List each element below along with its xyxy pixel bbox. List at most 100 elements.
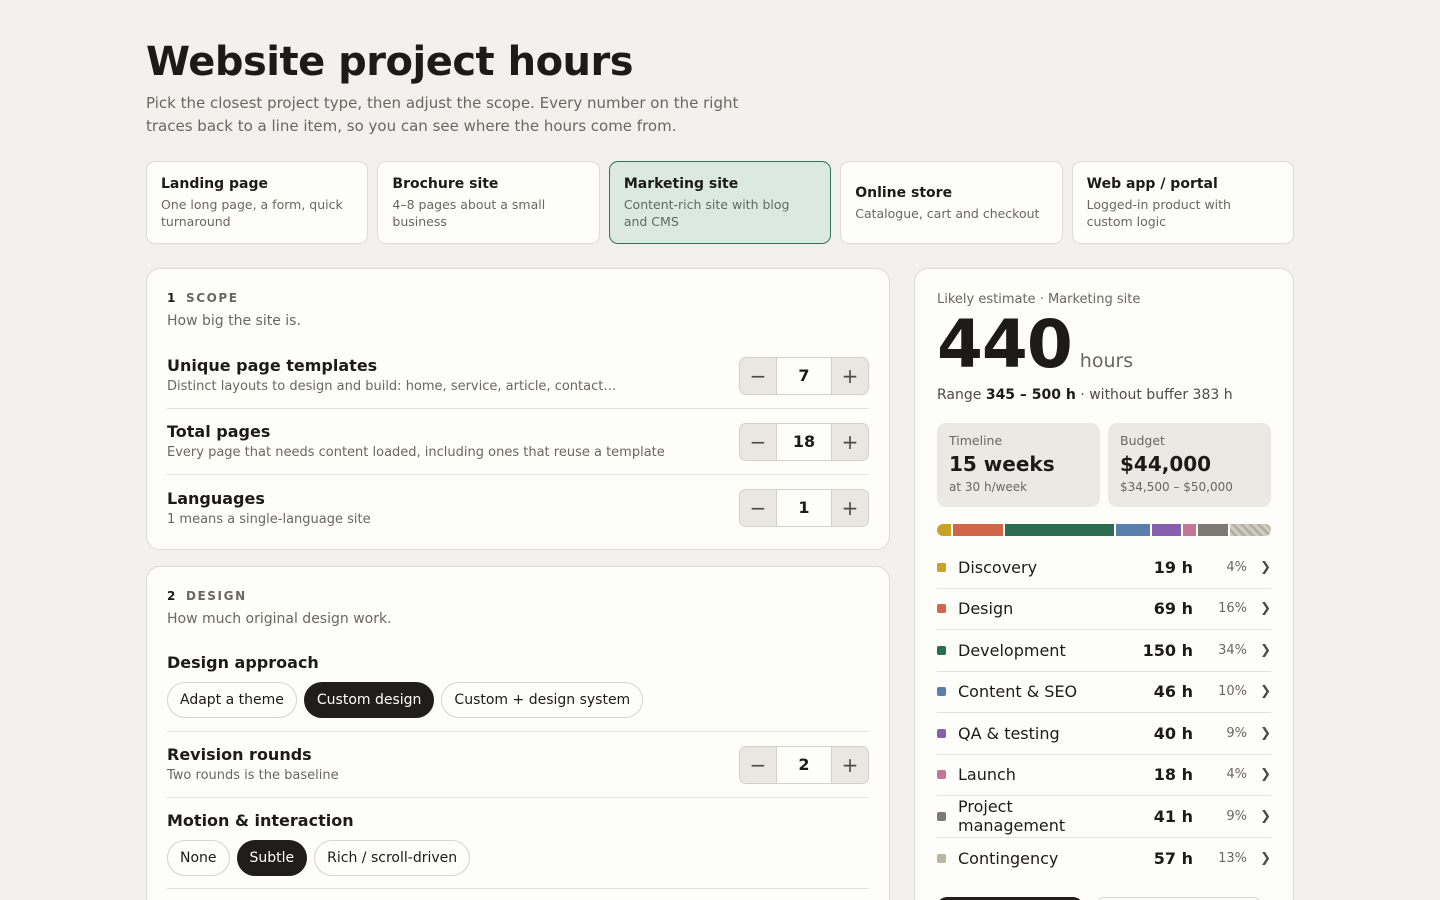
page-subtitle: Pick the closest project type, then adju… [146,94,739,135]
category-row[interactable]: QA & testing 40 h 9% ❯ [937,713,1271,755]
category-hours: 18 h [1153,765,1193,785]
metric-label: Timeline [949,433,1003,448]
category-row[interactable]: Discovery 19 h 4% ❯ [937,547,1271,589]
category-color-dot [937,811,946,821]
category-percent: 4% [1226,559,1247,575]
design-heading: 2 DESIGN [167,589,869,603]
range-value: 345 – 500 h [985,387,1076,403]
category-name: QA & testing [958,723,1060,743]
decrement-button[interactable]: − [740,423,776,460]
option-subtle[interactable]: Subtle [236,840,308,876]
option-adapt-theme[interactable]: Adapt a theme [167,682,297,718]
project-type-landing-page[interactable]: Landing page One long page, a form, quic… [146,161,369,244]
category-color-dot [937,604,946,614]
motion-options: None Subtle Rich / scroll-driven [167,840,869,876]
row-languages: Languages 1 means a single-language site… [167,475,869,541]
metric-value: 15 weeks [949,452,1055,476]
category-row[interactable]: Content & SEO 46 h 10% ❯ [937,672,1271,713]
category-hours: 41 h [1153,806,1193,826]
total-pages-stepper: − 18 + [739,422,869,461]
metrics: Timeline 15 weeks at 30 h/week Budget $4… [937,423,1271,507]
increment-button[interactable]: + [832,423,868,460]
category-percent: 16% [1218,601,1247,617]
option-custom-design[interactable]: Custom design [303,682,435,718]
total-hours: 440 [937,306,1073,383]
languages-stepper: − 1 + [739,489,869,527]
scope-panel: 1 SCOPE How big the site is. Unique page… [146,268,890,550]
bar-segment [952,524,1003,536]
design-approach-group: Design approach Adapt a theme Custom des… [167,653,869,732]
project-type-name: Brochure site [392,176,499,192]
page-title: Website project hours [146,39,634,85]
decrement-button[interactable]: − [740,490,776,526]
category-row[interactable]: Launch 18 h 4% ❯ [937,755,1271,796]
bar-segment [1197,524,1228,536]
design-approach-options: Adapt a theme Custom design Custom + des… [167,682,869,718]
hours-unit: hours [1079,350,1134,372]
category-percent: 13% [1218,850,1247,866]
option-none[interactable]: None [167,840,230,876]
category-color-dot [937,645,946,655]
page-header: Website project hours Pick the closest p… [146,38,746,138]
category-row[interactable]: Design 69 h 16% ❯ [937,589,1271,630]
category-hours: 150 h [1142,640,1193,660]
category-name: Design [958,599,1014,619]
row-title: Revision rounds [167,745,312,764]
project-type-brochure-site[interactable]: Brochure site 4–8 pages about a small bu… [377,161,600,244]
project-type-desc: One long page, a form, quick turnaround [161,197,343,229]
project-type-marketing-site[interactable]: Marketing site Content-rich site with bl… [608,161,832,244]
chevron-right-icon: ❯ [1260,642,1271,658]
range-prefix: Range [937,387,982,403]
category-color-dot [937,853,946,863]
budget-card: Budget $44,000 $34,500 – $50,000 [1108,423,1271,507]
category-color-dot [937,562,946,572]
category-hours: 40 h [1153,723,1193,743]
category-color-dot [937,770,946,780]
scope-description: How big the site is. [167,313,301,329]
category-hours: 57 h [1153,848,1193,868]
row-title: Languages [167,488,265,508]
stepper-value[interactable]: 1 [776,490,832,526]
design-description: How much original design work. [167,611,392,627]
category-color-dot [937,728,946,738]
estimate-range: Range 345 – 500 h · without buffer 383 h [937,387,1271,403]
increment-button[interactable]: + [832,357,868,394]
stepper-value[interactable]: 7 [776,357,832,394]
project-type-online-store[interactable]: Online store Catalogue, cart and checkou… [840,161,1063,244]
chevron-right-icon: ❯ [1260,684,1271,700]
bar-segment [1116,524,1150,536]
decrement-button[interactable]: − [740,357,776,394]
stepper-value[interactable]: 2 [776,746,832,783]
scope-heading: 1 SCOPE [167,291,869,305]
metric-label: Budget [1120,433,1165,448]
chevron-right-icon: ❯ [1260,725,1271,741]
row-description: Every page that needs content loaded, in… [167,445,665,460]
row-description: Two rounds is the baseline [167,768,339,783]
option-rich-scroll[interactable]: Rich / scroll-driven [314,840,471,876]
project-type-name: Marketing site [623,176,739,192]
section-number: 2 [167,589,177,603]
category-row[interactable]: Development 150 h 34% ❯ [937,630,1271,672]
category-percent: 9% [1226,808,1247,824]
project-type-web-app[interactable]: Web app / portal Logged-in product with … [1071,161,1295,244]
project-type-name: Online store [855,184,953,201]
decrement-button[interactable]: − [740,746,776,783]
increment-button[interactable]: + [832,490,868,526]
project-type-selector: Landing page One long page, a form, quic… [146,161,1295,244]
stepper-value[interactable]: 18 [776,423,832,460]
estimate-total: 440 hours [937,309,1271,381]
category-name: Development [958,640,1066,660]
category-percent: 4% [1226,767,1247,783]
bar-segment [1005,524,1115,536]
category-list: Discovery 19 h 4% ❯ Design 69 h 16% ❯ Developmen… [937,547,1271,879]
row-unique-page-templates: Unique page templates Distinct layouts t… [167,343,869,409]
category-row[interactable]: Project management 41 h 9% ❯ [937,796,1271,838]
category-row[interactable]: Contingency 57 h 13% ❯ [937,838,1271,880]
category-color-dot [937,687,946,697]
project-type-desc: Logged-in product with custom logic [1086,197,1231,229]
increment-button[interactable]: + [832,746,868,783]
project-type-name: Landing page [161,176,269,192]
design-panel: 2 DESIGN How much original design work. … [146,566,890,900]
chevron-right-icon: ❯ [1260,850,1271,866]
option-custom-design-system[interactable]: Custom + design system [441,682,644,718]
